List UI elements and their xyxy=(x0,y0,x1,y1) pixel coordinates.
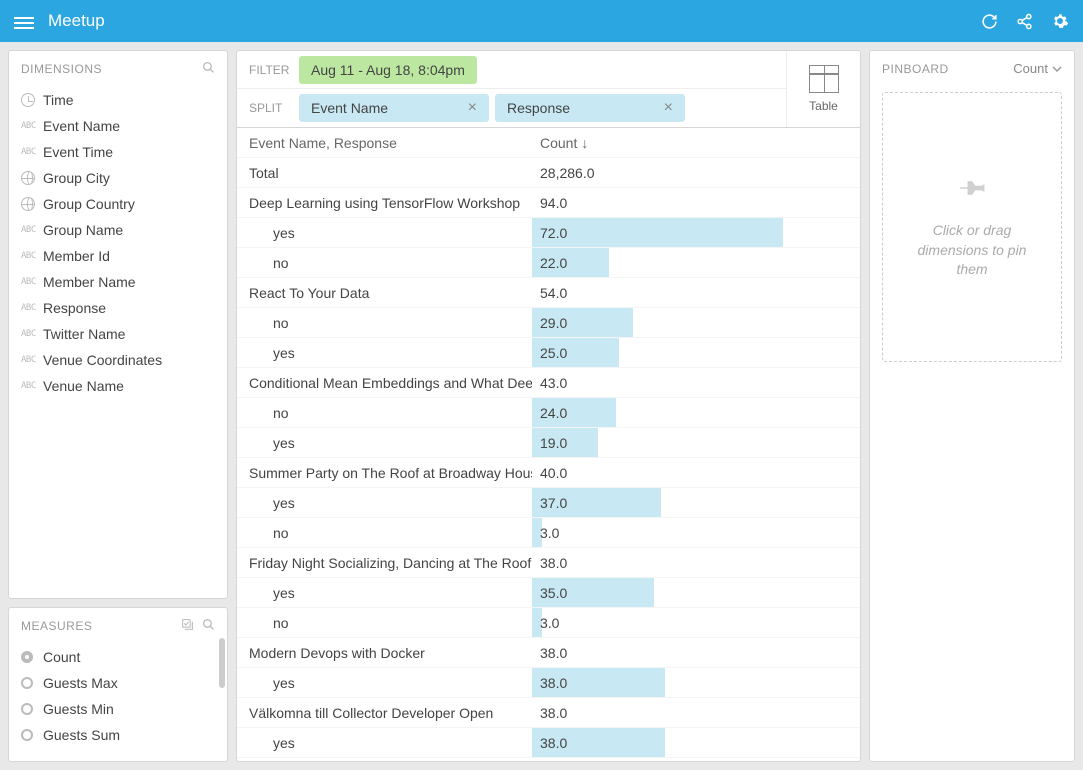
total-row[interactable]: Total 28,286.0 xyxy=(237,158,860,188)
dimension-item[interactable]: ABCEvent Time xyxy=(15,139,221,165)
abc-icon: ABC xyxy=(21,147,43,157)
pinboard-dropzone[interactable]: Click or drag dimensions to pin them xyxy=(882,92,1062,362)
table-header[interactable]: Event Name, Response Count↓ xyxy=(237,128,860,158)
dimension-item[interactable]: Time xyxy=(15,87,221,113)
multi-select-icon[interactable] xyxy=(181,618,194,634)
abc-icon: ABC xyxy=(21,277,43,287)
pinboard-panel: PINBOARD Count Click or drag dimensions … xyxy=(869,50,1075,762)
close-icon[interactable]: × xyxy=(664,100,673,116)
table-row[interactable]: yes 37.0 xyxy=(237,488,860,518)
refresh-icon[interactable] xyxy=(981,13,998,30)
abc-icon: ABC xyxy=(21,329,43,339)
table-row[interactable]: no 24.0 xyxy=(237,398,860,428)
table-row[interactable]: yes 35.0 xyxy=(237,578,860,608)
globe-icon xyxy=(21,197,43,211)
measure-item[interactable]: Guests Max xyxy=(9,670,227,696)
split-pill-response[interactable]: Response× xyxy=(495,94,685,122)
radio-icon xyxy=(21,703,33,715)
measures-panel: MEASURES CountGuests MaxGuests MinGuests… xyxy=(8,607,228,762)
table-row[interactable]: yes 19.0 xyxy=(237,428,860,458)
table-row[interactable]: React To Your Data 54.0 xyxy=(237,278,860,308)
table-row[interactable]: yes 72.0 xyxy=(237,218,860,248)
visualization-selector[interactable]: Table xyxy=(786,51,860,127)
table-row[interactable]: yes 25.0 xyxy=(237,338,860,368)
table-icon xyxy=(809,65,839,93)
filter-label: FILTER xyxy=(237,63,299,77)
abc-icon: ABC xyxy=(21,303,43,313)
table-row[interactable]: no 3.0 xyxy=(237,518,860,548)
abc-icon: ABC xyxy=(21,121,43,131)
app-title: Meetup xyxy=(48,11,981,31)
dimension-item[interactable]: ABCVenue Coordinates xyxy=(15,347,221,373)
globe-icon xyxy=(21,171,43,185)
pinboard-measure-selector[interactable]: Count xyxy=(1013,61,1062,76)
share-icon[interactable] xyxy=(1016,13,1033,30)
dimension-item[interactable]: ABCResponse xyxy=(15,295,221,321)
data-table[interactable]: Event Name, Response Count↓ Total 28,286… xyxy=(236,128,861,762)
close-icon[interactable]: × xyxy=(468,100,477,116)
measures-header: MEASURES xyxy=(21,619,173,633)
split-label: SPLIT xyxy=(237,101,299,115)
app-header: Meetup xyxy=(0,0,1083,42)
table-row[interactable]: no 22.0 xyxy=(237,248,860,278)
abc-icon: ABC xyxy=(21,381,43,391)
dimension-item[interactable]: ABCMember Id xyxy=(15,243,221,269)
search-icon[interactable] xyxy=(202,618,215,634)
dimensions-panel: DIMENSIONS TimeABCEvent NameABCEvent Tim… xyxy=(8,50,228,599)
table-row[interactable]: Conditional Mean Embeddings and What Dee… xyxy=(237,368,860,398)
dimension-item[interactable]: ABCMember Name xyxy=(15,269,221,295)
table-row[interactable]: no 3.0 xyxy=(237,608,860,638)
table-row[interactable]: Summer Party on The Roof at Broadway Hou… xyxy=(237,458,860,488)
abc-icon: ABC xyxy=(21,355,43,365)
table-row[interactable]: no 29.0 xyxy=(237,308,860,338)
radio-icon xyxy=(21,677,33,689)
query-bar: FILTER Aug 11 - Aug 18, 8:04pm SPLIT Eve… xyxy=(236,50,861,128)
settings-icon[interactable] xyxy=(1051,12,1069,30)
table-row[interactable]: yes 38.0 xyxy=(237,668,860,698)
dimension-item[interactable]: Group City xyxy=(15,165,221,191)
abc-icon: ABC xyxy=(21,225,43,235)
pin-icon xyxy=(951,170,993,212)
clock-icon xyxy=(21,93,43,107)
table-row[interactable]: Friday Night Socializing, Dancing at The… xyxy=(237,548,860,578)
table-row[interactable]: Modern Devops with Docker 38.0 xyxy=(237,638,860,668)
search-icon[interactable] xyxy=(202,61,215,77)
table-row[interactable]: Välkomna till Collector Developer Open 3… xyxy=(237,698,860,728)
pinboard-hint: Click or drag dimensions to pin them xyxy=(903,221,1041,280)
filter-pill-time[interactable]: Aug 11 - Aug 18, 8:04pm xyxy=(299,56,477,84)
dimension-item[interactable]: ABCGroup Name xyxy=(15,217,221,243)
measure-item[interactable]: Guests Sum xyxy=(9,722,227,748)
measure-item[interactable]: Count xyxy=(9,644,227,670)
menu-icon[interactable] xyxy=(14,14,34,28)
radio-icon xyxy=(21,651,33,663)
dimensions-header: DIMENSIONS xyxy=(21,62,194,76)
sort-descending-icon: ↓ xyxy=(581,135,588,151)
dimension-item[interactable]: ABCEvent Name xyxy=(15,113,221,139)
radio-icon xyxy=(21,729,33,741)
dimension-item[interactable]: ABCTwitter Name xyxy=(15,321,221,347)
measure-item[interactable]: Guests Min xyxy=(9,696,227,722)
table-row[interactable]: yes 38.0 xyxy=(237,728,860,758)
split-pill-event-name[interactable]: Event Name× xyxy=(299,94,489,122)
pinboard-header: PINBOARD xyxy=(882,62,1013,76)
dimension-item[interactable]: ABCVenue Name xyxy=(15,373,221,399)
table-row[interactable]: Deep Learning using TensorFlow Workshop … xyxy=(237,188,860,218)
abc-icon: ABC xyxy=(21,251,43,261)
dimension-item[interactable]: Group Country xyxy=(15,191,221,217)
